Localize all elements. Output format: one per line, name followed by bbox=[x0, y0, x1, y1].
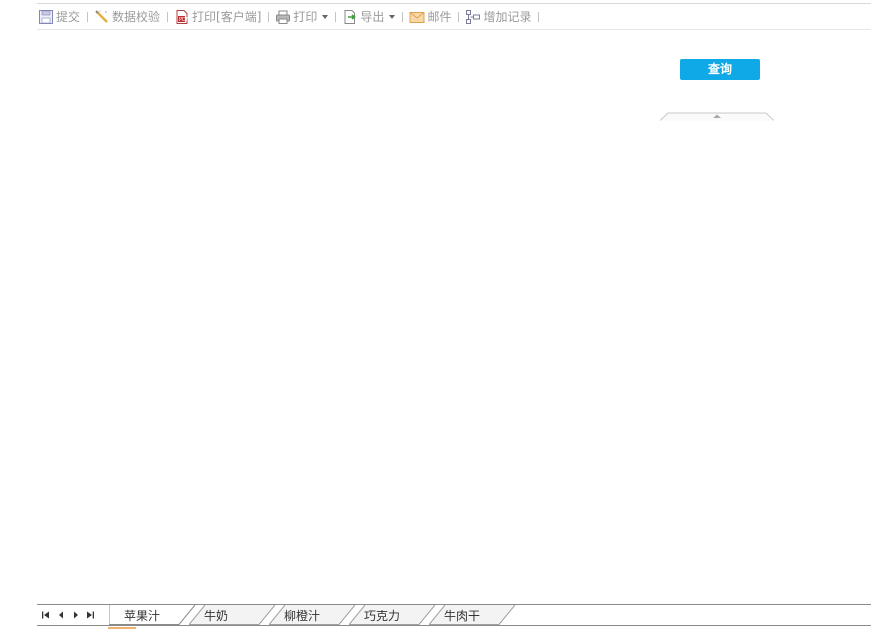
toolbar-separator bbox=[538, 11, 540, 22]
last-sheet-icon[interactable] bbox=[83, 606, 98, 624]
sheet-bar: 苹果汁 牛奶 柳橙汁 巧克力 牛肉干 bbox=[37, 604, 871, 626]
add-record-label: 增加记录 bbox=[483, 10, 532, 24]
print-button[interactable]: 打印 bbox=[275, 7, 329, 27]
query-button[interactable]: 查询 bbox=[680, 59, 760, 80]
toolbar-separator bbox=[402, 11, 404, 22]
print-client-button[interactable]: PDF 打印[客户端] bbox=[174, 7, 261, 27]
first-sheet-icon[interactable] bbox=[38, 606, 53, 624]
toolbar-separator bbox=[335, 11, 337, 22]
mail-icon bbox=[409, 9, 425, 25]
sheet-tab-milk[interactable]: 牛奶 bbox=[189, 605, 277, 625]
sheet-tab-label: 牛肉干 bbox=[444, 609, 481, 623]
toolbar: 提交 数据校验 PDF 打印[客户端] 打印 导出 邮件 增加记录 bbox=[37, 3, 871, 30]
mail-button[interactable]: 邮件 bbox=[409, 7, 451, 27]
toolbar-separator bbox=[87, 11, 89, 22]
sheet-tab-label: 柳橙汁 bbox=[284, 609, 321, 623]
validate-button[interactable]: 数据校验 bbox=[94, 7, 160, 27]
sheet-tab-label: 苹果汁 bbox=[124, 609, 161, 623]
sheet-tab-orange-juice[interactable]: 柳橙汁 bbox=[269, 605, 357, 625]
print-client-label: 打印[客户端] bbox=[192, 10, 262, 24]
print-label: 打印 bbox=[293, 10, 318, 24]
save-icon bbox=[38, 9, 54, 25]
sheet-tab-label: 巧克力 bbox=[364, 609, 401, 623]
svg-text:PDF: PDF bbox=[179, 17, 189, 23]
export-icon bbox=[342, 9, 358, 25]
add-record-icon bbox=[465, 9, 481, 25]
validate-icon bbox=[94, 9, 110, 25]
chevron-down-icon bbox=[389, 15, 396, 19]
export-label: 导出 bbox=[360, 10, 385, 24]
add-record-button[interactable]: 增加记录 bbox=[465, 7, 531, 27]
mail-label: 邮件 bbox=[427, 10, 452, 24]
submit-label: 提交 bbox=[56, 10, 81, 24]
sheet-tab-chocolate[interactable]: 巧克力 bbox=[349, 605, 437, 625]
sheet-tab-beef-jerky[interactable]: 牛肉干 bbox=[429, 605, 517, 625]
export-button[interactable]: 导出 bbox=[342, 7, 396, 27]
sheet-nav bbox=[38, 605, 110, 625]
validate-label: 数据校验 bbox=[112, 10, 161, 24]
sheet-tab-label: 牛奶 bbox=[204, 609, 229, 623]
chevron-down-icon bbox=[322, 15, 329, 19]
pdf-print-icon: PDF bbox=[174, 9, 190, 25]
toolbar-separator bbox=[268, 11, 270, 22]
printer-icon bbox=[275, 9, 291, 25]
sheet-tab-apple-juice[interactable]: 苹果汁 bbox=[109, 605, 197, 625]
next-sheet-icon[interactable] bbox=[68, 606, 83, 624]
toolbar-separator bbox=[167, 11, 169, 22]
prev-sheet-icon[interactable] bbox=[53, 606, 68, 624]
toolbar-separator bbox=[458, 11, 460, 22]
collapse-panel-handle[interactable] bbox=[659, 110, 775, 121]
submit-button[interactable]: 提交 bbox=[38, 7, 80, 27]
